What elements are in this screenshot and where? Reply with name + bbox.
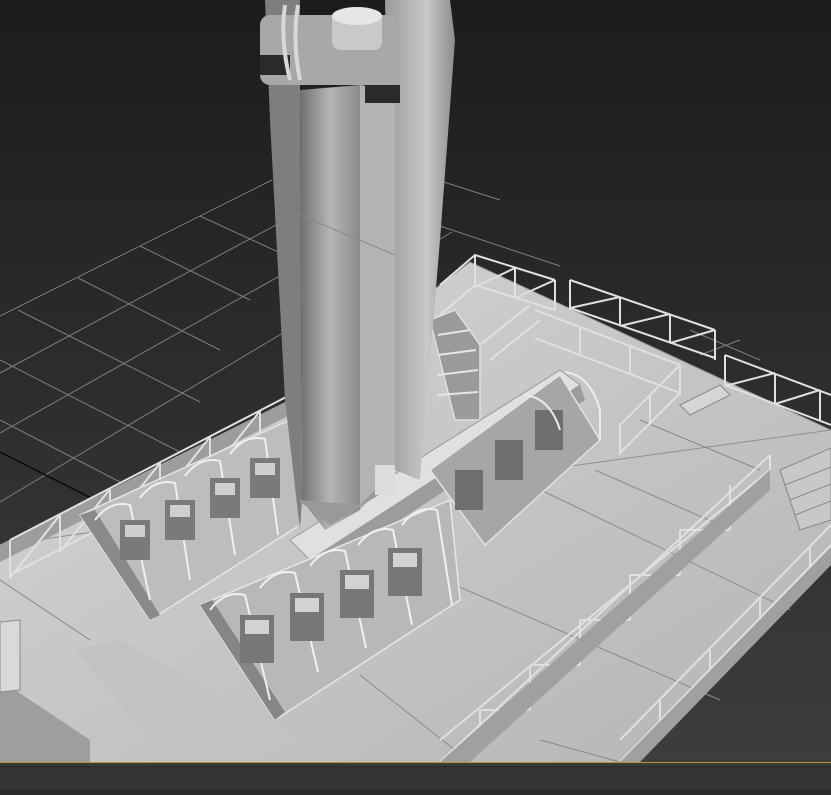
timeline-ruler[interactable] xyxy=(0,790,831,795)
viewport-canvas[interactable] xyxy=(0,0,831,762)
perspective-viewport[interactable] xyxy=(0,0,831,762)
3d-application-window xyxy=(0,0,831,795)
timeline-track[interactable] xyxy=(0,766,831,792)
timeline-bar[interactable] xyxy=(0,762,831,795)
